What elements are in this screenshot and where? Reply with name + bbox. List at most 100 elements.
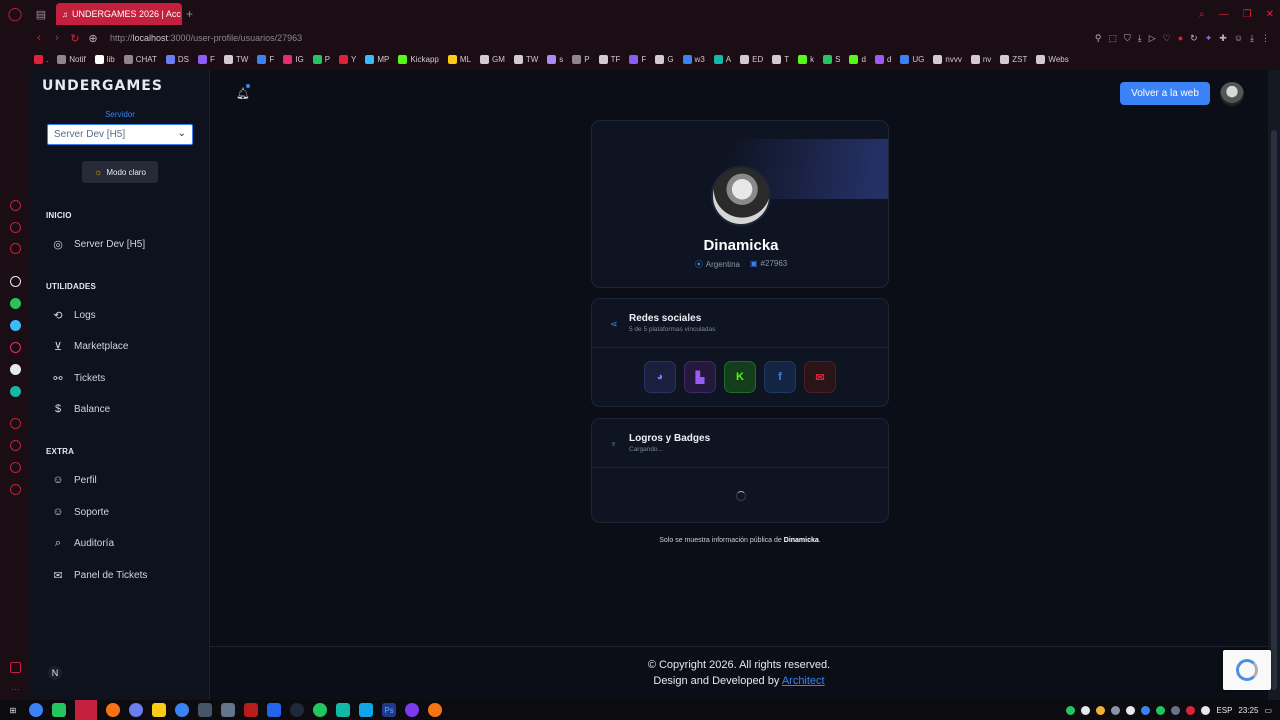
bookmark-item[interactable]: s: [547, 54, 563, 64]
sidebar-item-panel-tickets[interactable]: ✉ Panel de Tickets: [52, 567, 147, 583]
sidebar-item-balance[interactable]: $ Balance: [52, 401, 110, 417]
calculator-icon[interactable]: [198, 703, 212, 717]
bookmark-item[interactable]: lib: [94, 54, 115, 64]
bookmark-item[interactable]: DS: [165, 54, 189, 64]
light-mode-button[interactable]: ☼ Modo claro: [82, 161, 158, 183]
app3-icon[interactable]: [336, 703, 350, 717]
recaptcha-badge[interactable]: [1223, 650, 1271, 690]
kick-icon[interactable]: K: [724, 361, 756, 393]
tray-language[interactable]: ESP: [1216, 706, 1232, 715]
bookmark-item[interactable]: w3: [682, 54, 705, 64]
bookmark-item[interactable]: Kickapp: [398, 54, 439, 64]
browser-tab-active[interactable]: ♫ UNDERGAMES 2026 | Acc: [56, 3, 182, 25]
bookmark-item[interactable]: TW: [223, 54, 248, 64]
sidebar-app-icon[interactable]: [10, 386, 21, 397]
bookmark-item[interactable]: IG: [283, 54, 304, 64]
profile-icon[interactable]: ☺: [1234, 33, 1243, 43]
bookmark-item[interactable]: ED: [740, 54, 763, 64]
bookmark-item[interactable]: CHAT: [123, 54, 157, 64]
bookmark-item[interactable]: nv: [970, 54, 991, 64]
tray-app-icon[interactable]: [1081, 705, 1091, 715]
bookmark-item[interactable]: d: [849, 54, 866, 64]
sidebar-telegram-icon[interactable]: [10, 320, 21, 331]
architect-link[interactable]: Architect: [782, 675, 825, 687]
obs-icon[interactable]: [290, 703, 304, 717]
tray-chrome-icon[interactable]: [1096, 705, 1106, 715]
sidebar-item-logs[interactable]: ⟲ Logs: [52, 307, 95, 323]
mail-icon[interactable]: ✉: [804, 361, 836, 393]
sidebar-item-soporte[interactable]: ☺ Soporte: [52, 504, 109, 520]
sidebar-extensions-icon[interactable]: [10, 462, 21, 473]
bookmark-item[interactable]: k: [798, 54, 814, 64]
bookmark-item[interactable]: Notif: [57, 54, 86, 64]
tray-clock[interactable]: 23:25: [1238, 706, 1258, 715]
discord-icon[interactable]: ◕: [644, 361, 676, 393]
bookmark-item[interactable]: F: [629, 54, 646, 64]
bookmark-item[interactable]: d: [874, 54, 891, 64]
sidebar-settings-icon[interactable]: [10, 484, 21, 495]
vscode-icon[interactable]: [267, 703, 281, 717]
firefox-icon[interactable]: [106, 703, 120, 717]
discord-taskbar-icon[interactable]: [129, 703, 143, 717]
spotify-icon[interactable]: [313, 703, 327, 717]
bookmark-item[interactable]: ML: [447, 54, 471, 64]
sidebar-more-icon[interactable]: …: [10, 683, 21, 695]
sidebar-aria-icon[interactable]: [10, 200, 21, 211]
back-arrow-icon[interactable]: ‹: [30, 32, 48, 44]
shield-icon[interactable]: ⛉: [1124, 33, 1131, 44]
bookmark-item[interactable]: F: [257, 54, 274, 64]
bookmark-item[interactable]: UG: [900, 54, 924, 64]
bookmark-item[interactable]: .: [34, 54, 48, 64]
bookmark-item[interactable]: F: [198, 54, 215, 64]
sidebar-discord-icon[interactable]: [10, 364, 21, 375]
sidebar-lock-icon[interactable]: [10, 222, 21, 233]
windows-start-icon[interactable]: ⊞: [6, 703, 20, 717]
snapshot-icon[interactable]: ⬚: [1108, 33, 1117, 44]
forward-arrow-icon[interactable]: ›: [48, 32, 66, 44]
sidebar-whatsapp-icon[interactable]: [10, 298, 21, 309]
pin-icon[interactable]: ⚲: [1095, 33, 1102, 44]
sidebar-chatgpt-icon[interactable]: [10, 276, 21, 287]
download-icon[interactable]: ⤓: [1138, 33, 1142, 44]
sidebar-player-icon[interactable]: [10, 418, 21, 429]
sidebar-gx-icon[interactable]: [10, 662, 21, 673]
bookmark-item[interactable]: S: [823, 54, 840, 64]
extension-icon[interactable]: ✦: [1205, 33, 1213, 44]
sidebar-item-server[interactable]: ◎ Server Dev [H5]: [52, 236, 145, 252]
menu-icon[interactable]: ⋮: [1261, 33, 1270, 44]
heart-icon[interactable]: ♡: [1163, 33, 1171, 44]
server-select[interactable]: Server Dev [H5] ⌄: [47, 124, 193, 145]
tray-wifi-icon[interactable]: [1201, 705, 1211, 715]
url-field[interactable]: http://localhost:3000/user-profile/usuar…: [110, 33, 302, 43]
notes-icon[interactable]: [221, 703, 235, 717]
maximize-button[interactable]: ❐: [1243, 9, 1252, 20]
close-window-button[interactable]: ✕: [1266, 9, 1274, 20]
scrollbar-thumb[interactable]: [1271, 130, 1277, 690]
tool-icon[interactable]: [359, 703, 373, 717]
page-scrollbar[interactable]: [1268, 70, 1280, 700]
bookmark-item[interactable]: P: [572, 54, 590, 64]
sidebar-item-marketplace[interactable]: ⊻ Marketplace: [52, 338, 129, 354]
bookmark-item[interactable]: Webs: [1036, 54, 1069, 64]
tray-mic-icon[interactable]: [1126, 705, 1136, 715]
tray-spotify-icon[interactable]: [1066, 705, 1076, 715]
sidebar-history-icon[interactable]: [10, 440, 21, 451]
tray-app2-icon[interactable]: [1186, 705, 1196, 715]
sidebar-item-perfil[interactable]: ☺ Perfil: [52, 472, 96, 488]
app5-icon[interactable]: [428, 703, 442, 717]
tray-shield-icon[interactable]: [1111, 705, 1121, 715]
bookmark-item[interactable]: T: [772, 54, 789, 64]
photoshop-icon[interactable]: Ps: [382, 703, 396, 717]
reload-icon[interactable]: ↻: [66, 32, 84, 45]
bookmark-item[interactable]: A: [713, 54, 731, 64]
sidebar-item-tickets[interactable]: ⚯ Tickets: [52, 370, 105, 386]
new-tab-button[interactable]: +: [186, 7, 193, 21]
refresh-ext-icon[interactable]: ↻: [1190, 33, 1198, 44]
notifications-icon[interactable]: ▭: [1264, 706, 1272, 715]
adblock-icon[interactable]: ●: [1178, 33, 1183, 43]
app4-icon[interactable]: [405, 703, 419, 717]
bookmark-item[interactable]: MP: [365, 54, 389, 64]
minimize-button[interactable]: —: [1219, 9, 1229, 20]
collapse-icon[interactable]: N: [48, 666, 62, 680]
tab-overview-icon[interactable]: ▤: [30, 0, 52, 28]
